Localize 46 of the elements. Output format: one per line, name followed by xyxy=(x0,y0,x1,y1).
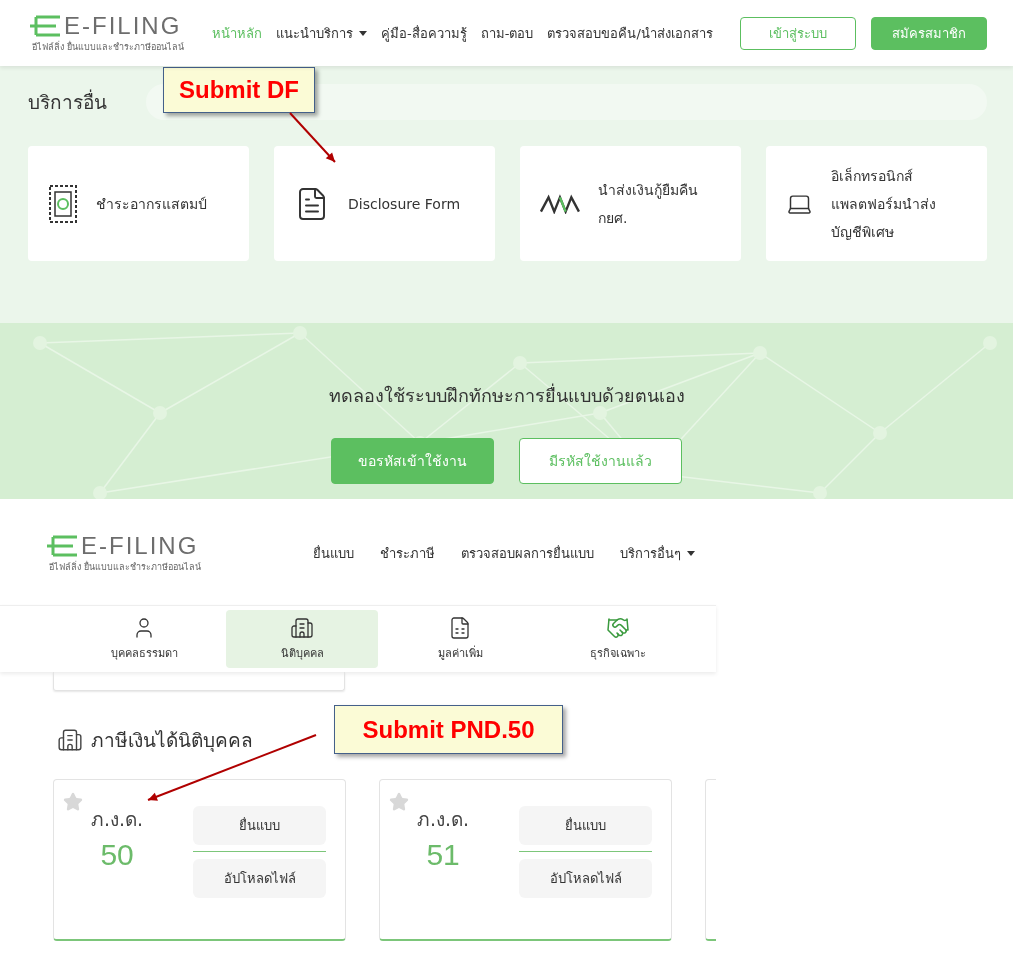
category-tab[interactable]: บุคคลธรรมดา xyxy=(68,610,220,668)
logo-subtitle: อีไฟล์ลิ่ง ยื่นแบบและชำระภาษีออนไลน์ xyxy=(48,560,202,574)
form-action-button[interactable]: ยื่นแบบ xyxy=(519,806,652,845)
nav-link[interactable]: ตรวจสอบผลการยื่นแบบ xyxy=(461,542,594,564)
star-icon[interactable] xyxy=(63,792,83,812)
caret-icon xyxy=(687,550,695,556)
section-title: ภาษีเงินได้นิติบุคคล xyxy=(91,728,253,754)
form-number: 50 xyxy=(100,838,134,872)
nav-link[interactable]: บริการอื่นๆ xyxy=(620,542,695,564)
nav-link[interactable]: คู่มือ-สื่อความรู้ xyxy=(381,22,467,44)
form-number: 51 xyxy=(426,838,460,872)
logo-icon xyxy=(28,15,62,37)
banner-text: ทดลองใช้ระบบฝึกทักษะการยื่นแบบด้วยตนเอง xyxy=(328,382,685,408)
nav-link[interactable]: ถาม-ตอบ xyxy=(480,22,534,44)
service-card[interactable]: ชำระอากรแสตมป์ xyxy=(28,146,249,261)
nav-link[interactable]: ยื่นแบบ xyxy=(313,542,354,564)
caret-icon xyxy=(359,30,367,36)
logo-subtitle: อีไฟล์ลิ่ง ยื่นแบบและชำระภาษีออนไลน์ xyxy=(31,40,185,54)
form-name: ภ.ง.ด. xyxy=(91,807,144,832)
nav-link[interactable]: ตรวจสอบขอคืน/นำส่งเอกสาร xyxy=(547,22,713,44)
annotation-callout: Submit DF xyxy=(163,67,315,113)
logo-title: E-FILING xyxy=(64,12,182,40)
nav-link[interactable]: ชำระภาษี xyxy=(380,542,435,564)
section-title: บริการอื่น xyxy=(28,88,108,115)
stamp-icon xyxy=(48,183,78,224)
logo-icon xyxy=(45,535,79,557)
document-icon xyxy=(448,616,472,640)
arrow xyxy=(289,112,336,163)
service-card[interactable]: Disclosure Form xyxy=(274,146,495,261)
logo-title: E-FILING xyxy=(81,532,199,560)
annotation-callout: Submit PND.50 xyxy=(334,705,563,754)
building-icon xyxy=(290,616,314,640)
service-card[interactable]: อิเล็กทรอนิกส์ แพลตฟอร์มนำส่ง บัญชีพิเศษ xyxy=(766,146,987,261)
building-icon xyxy=(57,727,83,753)
handshake-icon xyxy=(606,616,630,640)
form-action-button[interactable]: อัปโหลดไฟล์ xyxy=(193,859,326,898)
form-action-button[interactable]: ยื่นแบบ xyxy=(193,806,326,845)
service-card[interactable]: นำส่งเงินกู้ยืมคืน กยศ. xyxy=(520,146,741,261)
star-icon[interactable] xyxy=(389,792,409,812)
category-tab[interactable]: ธุรกิจเฉพาะ xyxy=(542,610,694,668)
form-name: ภ.ง.ด. xyxy=(417,807,470,832)
category-tab[interactable]: มูลค่าเพิ่ม xyxy=(384,610,536,668)
category-tab[interactable]: นิติบุคคล xyxy=(226,610,378,668)
form-action-button[interactable]: อัปโหลดไฟล์ xyxy=(519,859,652,898)
zigzag-logo-icon xyxy=(540,193,580,214)
nav-link[interactable]: แนะนำบริการ xyxy=(276,22,367,44)
